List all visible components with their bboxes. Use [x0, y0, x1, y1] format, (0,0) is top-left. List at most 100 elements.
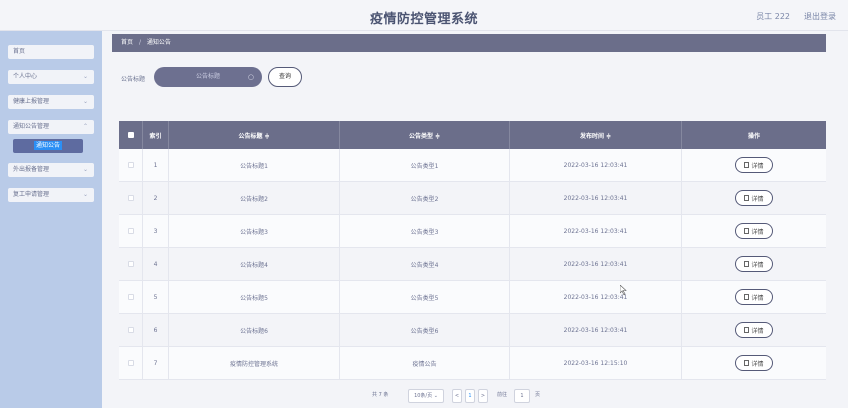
- row-index: 7: [143, 347, 169, 379]
- detail-button[interactable]: 详情: [735, 190, 773, 206]
- logout-link[interactable]: 退出登录: [804, 11, 836, 22]
- app-title: 疫情防控管理系统: [369, 12, 478, 27]
- select-all-cell: [119, 121, 143, 149]
- document-icon: [744, 162, 750, 168]
- table-row: 4 公告标题4 公告类型4 2022-03-16 12:03:41 详情: [119, 248, 826, 281]
- goto-label: 前往: [497, 392, 508, 398]
- chevron-down-icon: ⌄: [82, 191, 88, 198]
- row-time: 2022-03-16 12:03:41: [510, 215, 682, 247]
- sidebar-item-label: 个人中心: [13, 73, 38, 80]
- row-checkbox[interactable]: [127, 162, 134, 168]
- row-type: 公告类型6: [340, 314, 510, 346]
- search-input[interactable]: 公告标题 ○: [154, 67, 262, 87]
- row-time: 2022-03-16 12:03:41: [510, 248, 682, 280]
- row-checkbox[interactable]: [127, 360, 134, 366]
- row-index: 4: [143, 248, 169, 280]
- current-user[interactable]: 员工 222: [756, 11, 790, 22]
- breadcrumb-current: 通知公告: [146, 39, 171, 46]
- breadcrumb-home[interactable]: 首页: [121, 39, 133, 46]
- row-index: 6: [143, 314, 169, 346]
- row-time: 2022-03-16 12:03:41: [510, 281, 682, 313]
- breadcrumb-separator: /: [138, 39, 141, 46]
- table-row: 2 公告标题2 公告类型2 2022-03-16 12:03:41 详情: [119, 182, 826, 215]
- sidebar-item-return-to-work[interactable]: 复工申请管理 ⌄: [8, 188, 94, 202]
- goto-page-input[interactable]: 1: [514, 389, 530, 403]
- search-placeholder: 公告标题: [195, 73, 220, 80]
- row-index: 1: [143, 149, 169, 181]
- sidebar: 首页 个人中心 ⌄ 健康上报管理 ⌄ 通知公告管理 ⌃ 通知公告 外出报备管理 …: [0, 31, 102, 408]
- row-title: 疫情防控管理系统: [169, 347, 340, 379]
- detail-button-label: 详情: [751, 360, 764, 368]
- chevron-down-icon: ⌄: [82, 98, 88, 105]
- sidebar-item-outing-report[interactable]: 外出报备管理 ⌄: [8, 163, 94, 177]
- sidebar-item-label: 首页: [13, 48, 26, 55]
- row-checkbox[interactable]: [127, 261, 134, 267]
- current-page[interactable]: 1: [465, 389, 475, 403]
- detail-button-label: 详情: [751, 327, 764, 335]
- column-header-index: 索引: [143, 121, 169, 149]
- chevron-down-icon: ⌄: [82, 166, 88, 173]
- page-size-select[interactable]: 10条/页 ⌄: [408, 389, 444, 403]
- column-header-actions: 操作: [747, 132, 760, 140]
- app-header: 疫情防控管理系统 员工 222 退出登录: [0, 0, 848, 31]
- row-time: 2022-03-16 12:03:41: [510, 314, 682, 346]
- row-title: 公告标题4: [169, 248, 340, 280]
- detail-button[interactable]: 详情: [735, 256, 773, 272]
- row-time: 2022-03-16 12:03:41: [510, 182, 682, 214]
- row-title: 公告标题3: [169, 215, 340, 247]
- chevron-up-icon: ⌃: [82, 123, 88, 130]
- sidebar-item-home[interactable]: 首页: [8, 45, 94, 59]
- row-type: 公告类型3: [340, 215, 510, 247]
- table-row: 3 公告标题3 公告类型3 2022-03-16 12:03:41 详情: [119, 215, 826, 248]
- row-title: 公告标题1: [169, 149, 340, 181]
- row-index: 3: [143, 215, 169, 247]
- document-icon: [744, 294, 750, 300]
- detail-button[interactable]: 详情: [735, 223, 773, 239]
- sidebar-subitem-label: 通知公告: [33, 141, 62, 150]
- column-header-title[interactable]: 公告标题 ≑: [169, 121, 340, 149]
- detail-button[interactable]: 详情: [735, 289, 773, 305]
- row-checkbox[interactable]: [127, 294, 134, 300]
- row-checkbox[interactable]: [127, 195, 134, 201]
- detail-button[interactable]: 详情: [735, 355, 773, 371]
- row-checkbox[interactable]: [127, 228, 134, 234]
- sidebar-item-label: 复工申请管理: [13, 191, 50, 198]
- detail-button-label: 详情: [751, 228, 764, 236]
- page-size-value: 10条/页: [414, 393, 433, 399]
- document-icon: [744, 360, 750, 366]
- column-header-time[interactable]: 发布时间 ≑: [510, 121, 682, 149]
- row-title: 公告标题5: [169, 281, 340, 313]
- row-title: 公告标题6: [169, 314, 340, 346]
- sidebar-item-label: 通知公告管理: [13, 123, 50, 130]
- document-icon: [744, 195, 750, 201]
- next-page-button[interactable]: >: [478, 389, 488, 403]
- goto-suffix: 页: [535, 392, 541, 398]
- row-type: 公告类型1: [340, 149, 510, 181]
- column-header-type[interactable]: 公告类型 ≑: [340, 121, 510, 149]
- search-icon: ○: [247, 73, 254, 81]
- row-time: 2022-03-16 12:15:10: [510, 347, 682, 379]
- sidebar-subitem-notice[interactable]: 通知公告: [13, 139, 83, 153]
- select-all-checkbox[interactable]: [127, 132, 134, 138]
- sidebar-item-notice-management[interactable]: 通知公告管理 ⌃: [8, 120, 94, 134]
- notice-table: 索引 公告标题 ≑ 公告类型 ≑ 发布时间 ≑ 操作 1 公告标题1 公告类型1…: [119, 121, 826, 380]
- table-row: 6 公告标题6 公告类型6 2022-03-16 12:03:41 详情: [119, 314, 826, 347]
- table-header: 索引 公告标题 ≑ 公告类型 ≑ 发布时间 ≑ 操作: [119, 121, 826, 149]
- detail-button[interactable]: 详情: [735, 322, 773, 338]
- sidebar-item-health-report[interactable]: 健康上报管理 ⌄: [8, 95, 94, 109]
- detail-button-label: 详情: [751, 162, 764, 170]
- row-checkbox[interactable]: [127, 327, 134, 333]
- breadcrumb: 首页 / 通知公告: [112, 34, 826, 52]
- prev-page-button[interactable]: <: [452, 389, 462, 403]
- sidebar-item-label: 外出报备管理: [13, 166, 50, 173]
- table-body: 1 公告标题1 公告类型1 2022-03-16 12:03:41 详情 2 公…: [119, 149, 826, 380]
- detail-button-label: 详情: [751, 294, 764, 302]
- row-type: 疫情公告: [340, 347, 510, 379]
- row-index: 2: [143, 182, 169, 214]
- search-label: 公告标题: [121, 76, 146, 83]
- pagination-total: 共 7 条: [372, 392, 389, 398]
- search-button[interactable]: 查询: [268, 67, 302, 87]
- sidebar-item-label: 健康上报管理: [13, 98, 50, 105]
- sidebar-item-personal-center[interactable]: 个人中心 ⌄: [8, 70, 94, 84]
- detail-button[interactable]: 详情: [735, 157, 773, 173]
